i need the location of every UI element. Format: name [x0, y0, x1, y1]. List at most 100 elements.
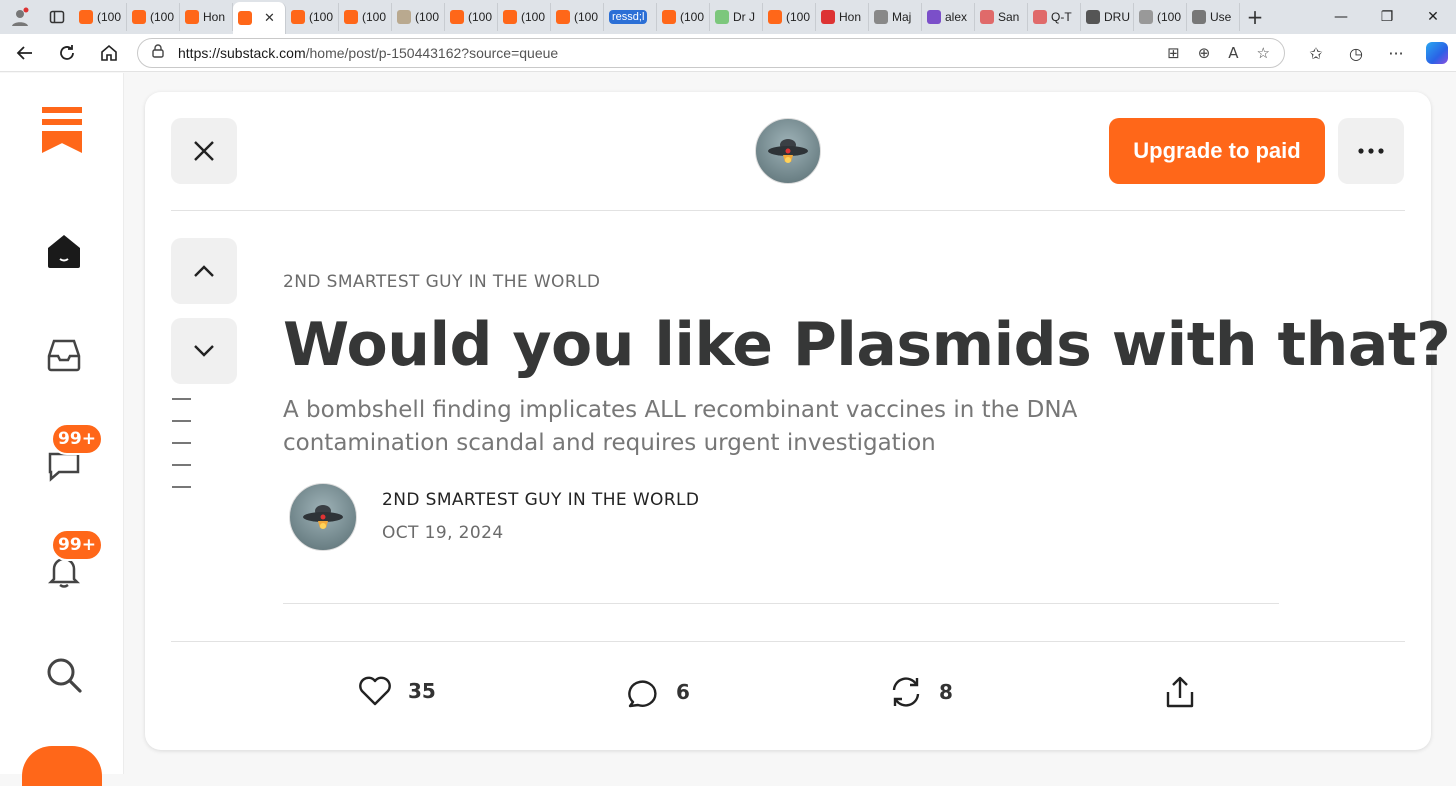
browser-tab[interactable]: Maj [869, 3, 922, 31]
browser-tab[interactable]: Use [1187, 3, 1240, 31]
author-name[interactable]: 2ND SMARTEST GUY IN THE WORLD [382, 490, 699, 510]
browser-tab[interactable]: Hon [180, 3, 233, 31]
browser-tab[interactable]: San [975, 3, 1028, 31]
tab-label: San [998, 10, 1020, 24]
substack-icon [556, 10, 570, 24]
next-post-button[interactable] [171, 318, 237, 384]
heart-icon [359, 676, 391, 706]
substack-icon [132, 10, 146, 24]
minimize-icon[interactable]: — [1318, 0, 1364, 34]
restack-icon [892, 677, 920, 707]
tab-label: (100 [1157, 10, 1182, 24]
tab-label: (100 [574, 10, 599, 24]
table-of-contents-icon[interactable] [172, 398, 191, 508]
lock-icon[interactable] [152, 44, 164, 62]
create-post-button[interactable] [22, 746, 102, 786]
header-divider [171, 210, 1405, 211]
read-aloud-icon[interactable]: A [1228, 44, 1238, 62]
browser-tab[interactable]: (100 [445, 3, 498, 31]
left-rail: 99+ 99+ [0, 73, 124, 786]
like-count: 35 [408, 679, 436, 703]
comment-button[interactable]: 6 [626, 676, 690, 708]
inbox-nav-icon[interactable] [44, 335, 84, 375]
history-icon[interactable]: ◷ [1336, 44, 1376, 63]
browser-tab[interactable]: ✕ [233, 2, 286, 34]
close-window-icon[interactable]: ✕ [1410, 0, 1456, 34]
publication-avatar[interactable] [755, 118, 821, 184]
tab-label: Dr J [733, 10, 755, 24]
home-nav-icon[interactable] [44, 231, 84, 271]
refresh-icon[interactable] [46, 34, 88, 72]
tab-label: (100 [97, 10, 122, 24]
image-icon [1139, 10, 1153, 24]
restore-icon[interactable]: ❐ [1364, 0, 1410, 34]
browser-tab[interactable]: Dr J [710, 3, 763, 31]
browser-tab[interactable]: (100 [74, 3, 127, 31]
youtube-icon [980, 10, 994, 24]
ufo-image [768, 139, 808, 163]
chevron-up-icon [194, 265, 214, 277]
substack-icon [768, 10, 782, 24]
tab-label: (100 [309, 10, 334, 24]
browser-tab[interactable]: (100 [339, 3, 392, 31]
more-options-button[interactable] [1338, 118, 1404, 184]
upgrade-to-paid-button[interactable]: Upgrade to paid [1109, 118, 1325, 184]
new-tab-button[interactable]: + [1240, 5, 1270, 29]
substack-logo-icon[interactable] [42, 107, 82, 153]
tab-label: alex [945, 10, 968, 24]
publication-name[interactable]: 2ND SMARTEST GUY IN THE WORLD [283, 272, 600, 292]
profile-icon[interactable] [0, 0, 40, 34]
pen-icon [1192, 10, 1206, 24]
actions-divider [171, 641, 1405, 642]
browser-tab[interactable]: (100 [1134, 3, 1187, 31]
toolbar-right: ✩ ◷ ··· [1296, 34, 1448, 72]
like-button[interactable]: 35 [358, 676, 436, 706]
browser-tab[interactable]: (100 [763, 3, 816, 31]
substack-icon [291, 10, 305, 24]
address-bar[interactable]: https://substack.com/home/post/p-1504431… [137, 38, 1285, 68]
tab-label: (100 [786, 10, 811, 24]
search-nav-icon[interactable] [44, 655, 84, 695]
more-menu-icon[interactable]: ··· [1376, 44, 1416, 63]
comment-icon [628, 680, 657, 708]
home-icon[interactable] [88, 34, 130, 72]
share-button[interactable] [1165, 676, 1195, 710]
post-card: Upgrade to paid 2ND SMARTEST GUY IN THE … [145, 92, 1451, 750]
browser-tab[interactable]: (100 [286, 3, 339, 31]
favorite-star-icon[interactable]: ☆ [1257, 44, 1270, 62]
tab-label: (100 [362, 10, 387, 24]
previous-post-button[interactable] [171, 238, 237, 304]
browser-tab[interactable]: DRU [1081, 3, 1134, 31]
zoom-icon[interactable]: ⊕ [1198, 44, 1211, 62]
tab-label: (100 [150, 10, 175, 24]
author-avatar[interactable] [289, 483, 357, 551]
browser-tab[interactable]: (100 [498, 3, 551, 31]
stripes-icon [1086, 10, 1100, 24]
browser-tab[interactable]: (100 [127, 3, 180, 31]
browser-tab[interactable]: (100 [551, 3, 604, 31]
browser-tab[interactable]: Hon [816, 3, 869, 31]
ufo-image [303, 505, 343, 529]
address-bar-actions: ⊞ ⊕ A ☆ [1167, 44, 1284, 62]
browser-tab[interactable]: (100 [657, 3, 710, 31]
favorites-icon[interactable]: ✩ [1296, 44, 1336, 63]
browser-tab[interactable]: Q-T [1028, 3, 1081, 31]
close-post-button[interactable] [171, 118, 237, 184]
browser-tab[interactable]: ressd;l [604, 3, 657, 31]
youtube-icon [1033, 10, 1047, 24]
substack-icon [185, 10, 199, 24]
copilot-icon[interactable] [1426, 42, 1448, 64]
tab-label: DRU [1104, 10, 1130, 24]
back-icon[interactable] [4, 34, 46, 72]
tab-label: (100 [521, 10, 546, 24]
yahoo-icon [927, 10, 941, 24]
pin-icon [821, 10, 835, 24]
restack-button[interactable]: 8 [889, 676, 953, 708]
tab-actions-icon[interactable] [40, 0, 74, 34]
substack-icon [503, 10, 517, 24]
ellipsis-icon [1358, 148, 1384, 154]
browser-tab[interactable]: alex [922, 3, 975, 31]
app-available-icon[interactable]: ⊞ [1167, 44, 1180, 62]
browser-tab[interactable]: (100 [392, 3, 445, 31]
close-tab-icon[interactable]: ✕ [264, 10, 275, 26]
